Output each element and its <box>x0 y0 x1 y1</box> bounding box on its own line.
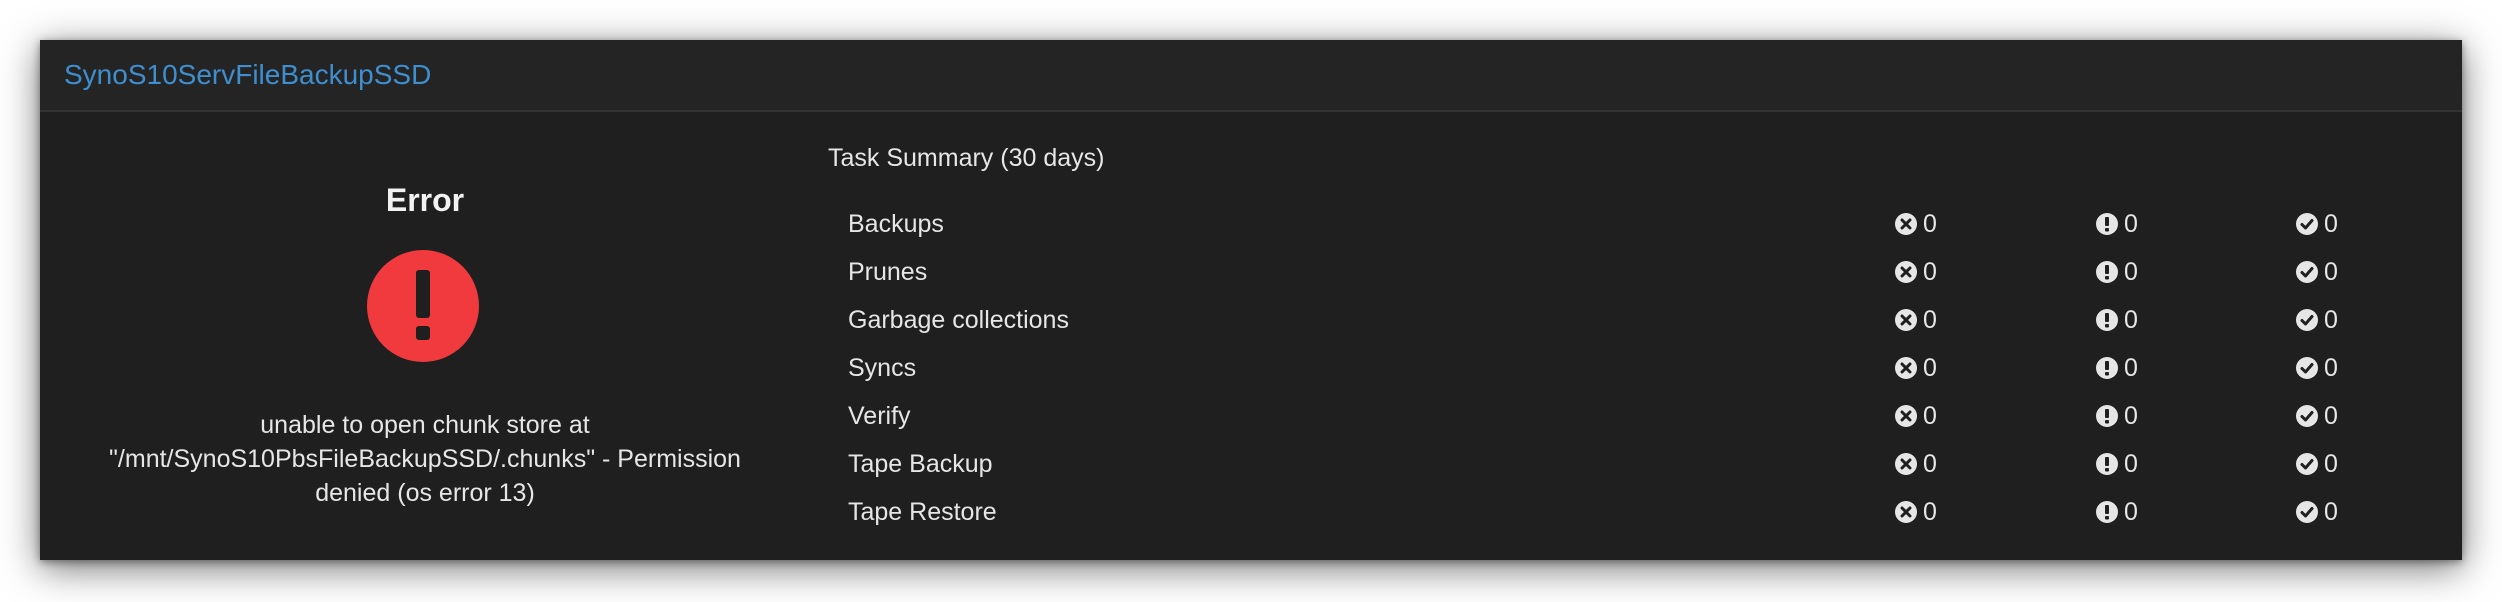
check-circle-icon <box>2296 453 2318 475</box>
times-circle-icon <box>1895 309 1917 331</box>
datastore-panel: SynoS10ServFileBackupSSD Error unable to… <box>40 40 2462 560</box>
task-type-label: Prunes <box>848 258 928 286</box>
ok-count[interactable]: 0 <box>2296 344 2338 392</box>
warning-count-value: 0 <box>2124 401 2138 430</box>
warning-count-value: 0 <box>2124 209 2138 238</box>
warning-count-value: 0 <box>2124 497 2138 526</box>
status-section: Error unable to open chunk store at "/mn… <box>40 112 810 560</box>
ok-count[interactable]: 0 <box>2296 200 2338 248</box>
ok-count-value: 0 <box>2324 305 2338 334</box>
exclamation-circle-icon <box>2096 261 2118 283</box>
check-circle-icon <box>2296 309 2318 331</box>
ok-count[interactable]: 0 <box>2296 488 2338 536</box>
ok-count[interactable]: 0 <box>2296 392 2338 440</box>
exclamation-circle-icon <box>2096 501 2118 523</box>
warning-count[interactable]: 0 <box>2096 296 2138 344</box>
error-count-value: 0 <box>1923 401 1937 430</box>
times-circle-icon <box>1895 213 1917 235</box>
error-count[interactable]: 0 <box>1895 392 1937 440</box>
error-count-value: 0 <box>1923 209 1937 238</box>
ok-count-value: 0 <box>2324 497 2338 526</box>
times-circle-icon <box>1895 357 1917 379</box>
task-summary-row: Prunes 0 0 0 <box>828 248 2428 296</box>
warning-count[interactable]: 0 <box>2096 344 2138 392</box>
error-count[interactable]: 0 <box>1895 296 1937 344</box>
panel-body: Error unable to open chunk store at "/mn… <box>40 112 2462 560</box>
check-circle-icon <box>2296 501 2318 523</box>
ok-count[interactable]: 0 <box>2296 296 2338 344</box>
ok-count-value: 0 <box>2324 353 2338 382</box>
panel-header: SynoS10ServFileBackupSSD <box>40 40 2462 112</box>
warning-count-value: 0 <box>2124 353 2138 382</box>
task-type-label: Syncs <box>848 354 917 382</box>
task-summary-row: Syncs 0 0 0 <box>828 344 2428 392</box>
status-title: Error <box>385 182 465 218</box>
ok-count-value: 0 <box>2324 401 2338 430</box>
task-summary-row: Tape Restore 0 0 0 <box>828 488 2428 536</box>
error-count-value: 0 <box>1923 353 1937 382</box>
exclamation-circle-icon <box>2096 405 2118 427</box>
ok-count[interactable]: 0 <box>2296 440 2338 488</box>
check-circle-icon <box>2296 213 2318 235</box>
times-circle-icon <box>1895 261 1917 283</box>
exclamation-circle-icon <box>367 250 479 362</box>
exclamation-circle-icon <box>2096 357 2118 379</box>
check-circle-icon <box>2296 357 2318 379</box>
error-count[interactable]: 0 <box>1895 440 1937 488</box>
warning-count[interactable]: 0 <box>2096 248 2138 296</box>
warning-count-value: 0 <box>2124 305 2138 334</box>
error-count-value: 0 <box>1923 449 1937 478</box>
exclamation-circle-icon <box>2096 309 2118 331</box>
task-summary-row: Garbage collections 0 0 0 <box>828 296 2428 344</box>
ok-count[interactable]: 0 <box>2296 248 2338 296</box>
exclamation-circle-icon <box>2096 213 2118 235</box>
warning-count[interactable]: 0 <box>2096 440 2138 488</box>
check-circle-icon <box>2296 261 2318 283</box>
task-summary-row: Verify 0 0 0 <box>828 392 2428 440</box>
task-type-label: Garbage collections <box>848 306 1069 334</box>
times-circle-icon <box>1895 405 1917 427</box>
warning-count[interactable]: 0 <box>2096 488 2138 536</box>
ok-count-value: 0 <box>2324 209 2338 238</box>
error-count-value: 0 <box>1923 257 1937 286</box>
error-count[interactable]: 0 <box>1895 344 1937 392</box>
warning-count-value: 0 <box>2124 257 2138 286</box>
ok-count-value: 0 <box>2324 449 2338 478</box>
task-summary: Task Summary (30 days) Backups 0 0 0 Prunes 0… <box>828 112 2428 560</box>
task-type-label: Tape Restore <box>848 498 997 526</box>
error-count-value: 0 <box>1923 497 1937 526</box>
task-summary-rows: Backups 0 0 0 Prunes 0 0 0 Garbage collections 0 0… <box>828 200 2428 536</box>
warning-count[interactable]: 0 <box>2096 200 2138 248</box>
check-circle-icon <box>2296 405 2318 427</box>
task-type-label: Backups <box>848 210 944 238</box>
task-summary-title: Task Summary (30 days) <box>828 144 1105 172</box>
exclamation-circle-icon <box>2096 453 2118 475</box>
error-count[interactable]: 0 <box>1895 200 1937 248</box>
task-type-label: Tape Backup <box>848 450 993 478</box>
error-count[interactable]: 0 <box>1895 488 1937 536</box>
warning-count-value: 0 <box>2124 449 2138 478</box>
status-message: unable to open chunk store at "/mnt/Syno… <box>109 411 741 507</box>
datastore-title-link[interactable]: SynoS10ServFileBackupSSD <box>64 59 431 91</box>
times-circle-icon <box>1895 501 1917 523</box>
error-count-value: 0 <box>1923 305 1937 334</box>
task-summary-row: Backups 0 0 0 <box>828 200 2428 248</box>
task-type-label: Verify <box>848 402 911 430</box>
ok-count-value: 0 <box>2324 257 2338 286</box>
warning-count[interactable]: 0 <box>2096 392 2138 440</box>
task-summary-row: Tape Backup 0 0 0 <box>828 440 2428 488</box>
times-circle-icon <box>1895 453 1917 475</box>
error-count[interactable]: 0 <box>1895 248 1937 296</box>
